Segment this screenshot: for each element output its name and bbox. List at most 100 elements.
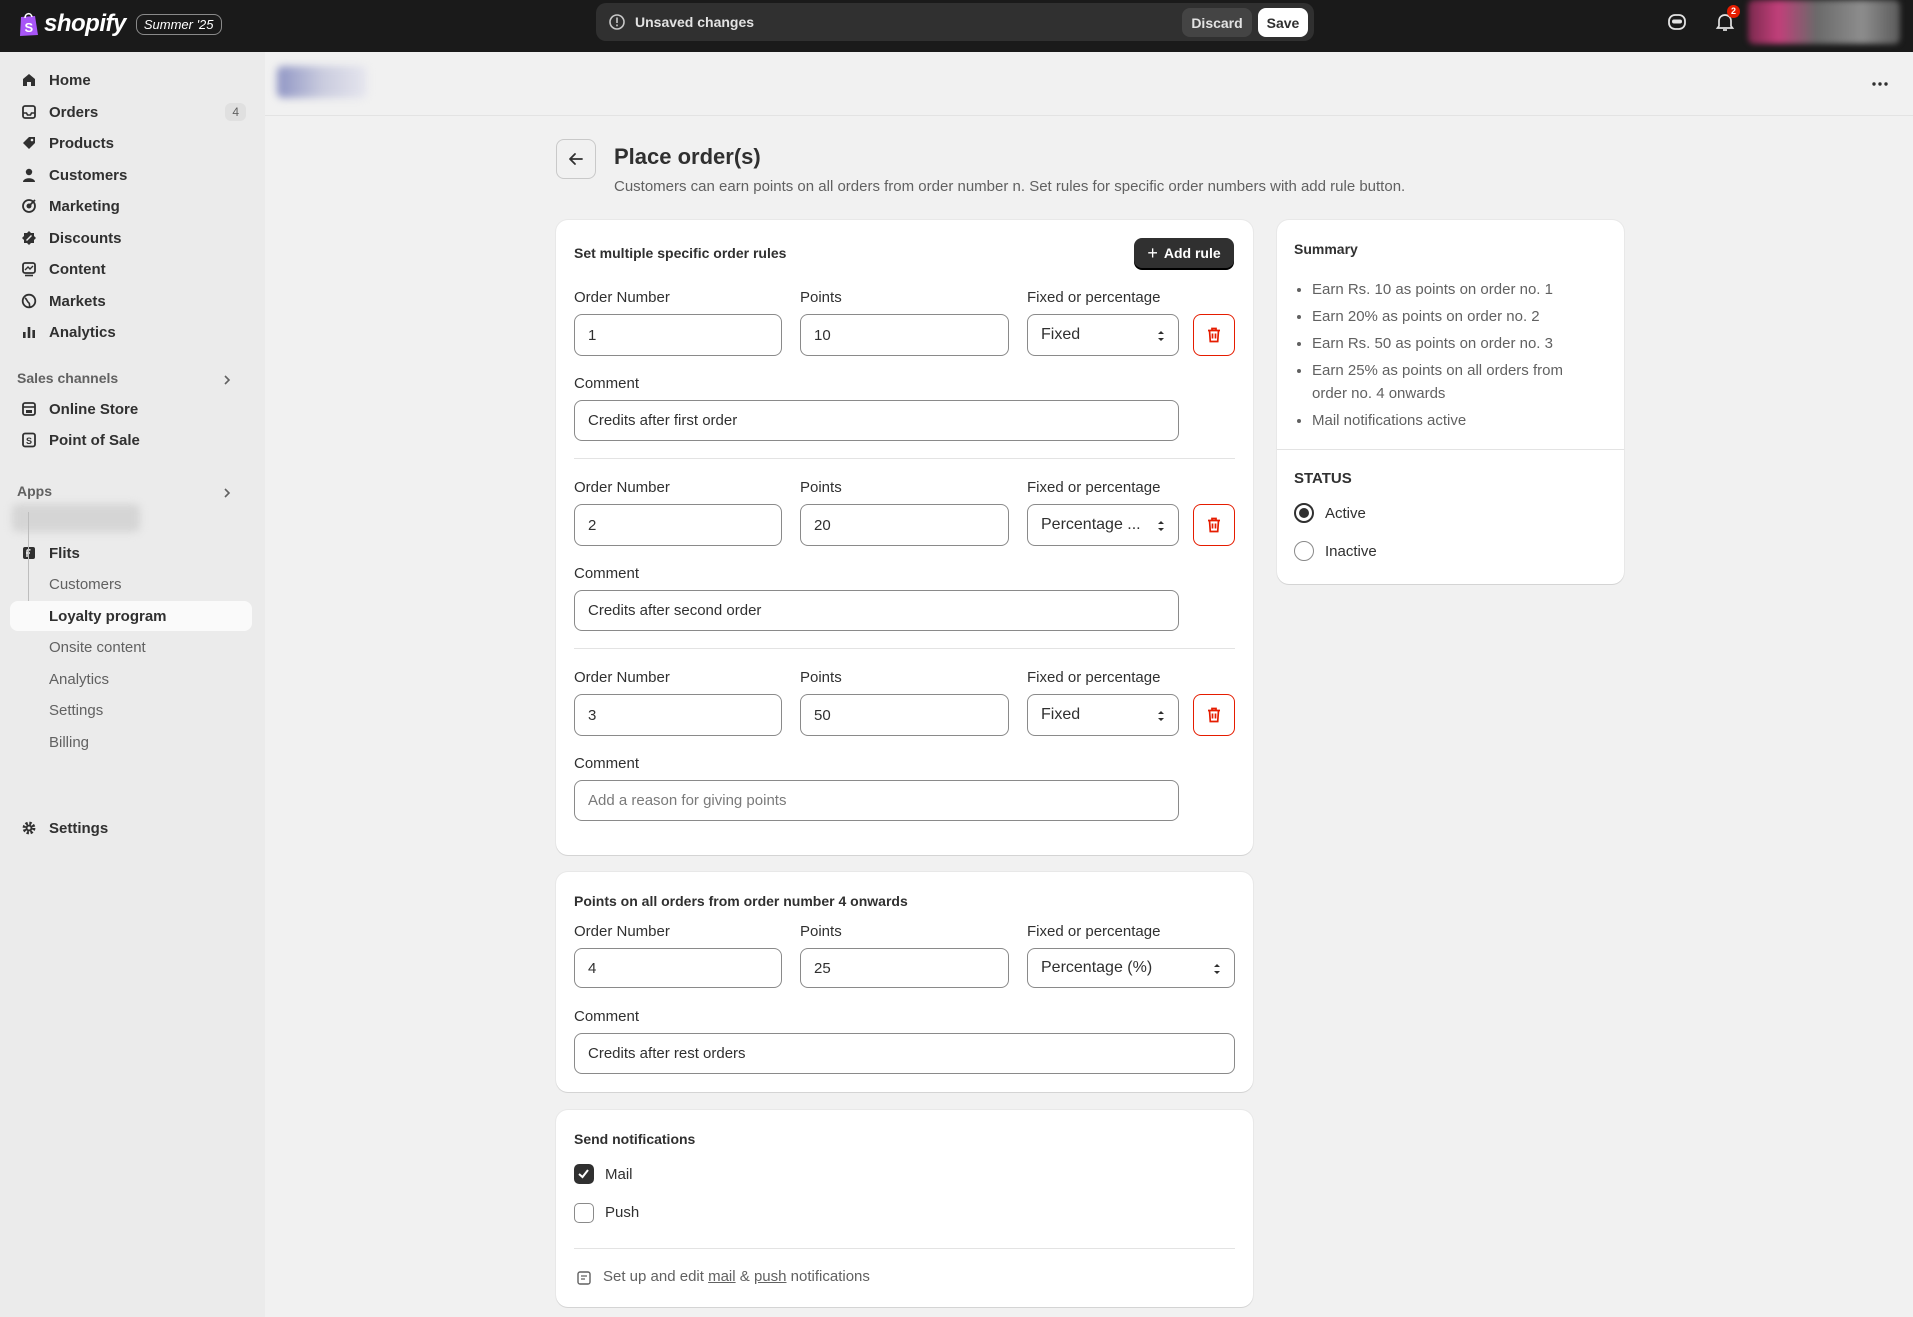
person-icon (19, 165, 39, 185)
comment-label: Comment (574, 375, 640, 392)
shopify-logo[interactable]: S shopify Summer '25 (18, 10, 222, 38)
save-button[interactable]: Save (1258, 8, 1308, 37)
sidebar-item-settings[interactable]: Settings (10, 813, 252, 843)
arrow-left-icon (569, 153, 583, 165)
notification-count-badge: 2 (1727, 5, 1740, 18)
delete-rule-button[interactable] (1193, 694, 1235, 736)
sidebar-item-label: Marketing (49, 197, 120, 215)
sidebar-item-discounts[interactable]: Discounts (10, 223, 252, 253)
mail-checkbox[interactable] (574, 1164, 594, 1184)
type-select[interactable]: Fixed (1027, 694, 1179, 736)
sidebar-subitem-analytics[interactable]: Analytics (10, 664, 252, 694)
sidebar-item-online-store[interactable]: Online Store (10, 394, 252, 424)
type-select[interactable]: Fixed (1027, 314, 1179, 356)
sidebar-subitem-settings[interactable]: Settings (10, 695, 252, 725)
account-menu[interactable] (1748, 0, 1900, 44)
apps-heading: Apps (17, 483, 52, 499)
sidebar-subitem-label: Settings (49, 701, 104, 719)
comment-input[interactable] (574, 400, 1179, 441)
sidebar-item-label: Markets (49, 292, 106, 310)
sidebar-subitem-onsite-content[interactable]: Onsite content (10, 632, 252, 662)
content-icon (19, 259, 39, 279)
sidebar-subitem-label: Billing (49, 733, 90, 751)
select-arrows-icon (1158, 521, 1164, 531)
sidebar-subitem-loyalty-program[interactable]: Loyalty program (10, 601, 252, 631)
points-label: Points (800, 289, 842, 306)
points-input[interactable] (800, 314, 1009, 356)
sidebar-item-customers[interactable]: Customers (10, 160, 252, 190)
home-icon (19, 70, 39, 90)
points-input[interactable] (800, 948, 1009, 988)
push-link[interactable]: push (754, 1268, 787, 1285)
logo-text: shopify (44, 10, 126, 37)
sidebar-item-label: Orders (49, 103, 99, 121)
sidebar-item-home[interactable]: Home (10, 65, 252, 95)
tag-icon (19, 133, 39, 153)
points-input[interactable] (800, 504, 1009, 546)
sidebar-subitem-customers[interactable]: Customers (10, 569, 252, 599)
sidebar-item-label: Settings (49, 819, 109, 837)
sidebar-item-products[interactable]: Products (10, 128, 252, 158)
type-select[interactable]: Percentage (%) (1027, 948, 1235, 988)
order-number-label: Order Number (574, 923, 670, 940)
summary-line: Earn Rs. 50 as points on order no. 3 (1312, 332, 1596, 355)
sidebar-item-analytics[interactable]: Analytics (10, 317, 252, 347)
sidebar-item-label: Online Store (49, 400, 139, 418)
sidebar-item-markets[interactable]: Markets (10, 286, 252, 316)
alert-circle-icon (609, 14, 625, 30)
type-label: Fixed or percentage (1027, 289, 1161, 306)
back-button[interactable] (556, 139, 596, 179)
order-number-input[interactable] (574, 694, 782, 736)
summary-line: Earn 20% as points on order no. 2 (1312, 305, 1596, 328)
order-number-label: Order Number (574, 669, 670, 686)
type-select-value: Fixed (1041, 326, 1081, 343)
pinned-app[interactable] (12, 504, 140, 532)
target-icon (19, 196, 39, 216)
chevron-right-icon[interactable] (220, 486, 234, 500)
comment-input[interactable] (574, 590, 1179, 631)
trash-icon (1208, 707, 1220, 723)
unsaved-changes-bar: Unsaved changes Discard Save (596, 3, 1314, 41)
sidebar-item-flits[interactable]: Flits (10, 538, 252, 568)
status-inactive-radio[interactable] (1294, 541, 1314, 561)
summary-divider (1277, 449, 1624, 450)
inbox-icon (19, 102, 39, 122)
summary-line: Earn Rs. 10 as points on order no. 1 (1312, 278, 1596, 301)
delete-rule-button[interactable] (1193, 314, 1235, 356)
sidekick-icon[interactable] (1666, 11, 1688, 33)
sidebar-subitem-billing[interactable]: Billing (10, 727, 252, 757)
push-checkbox[interactable] (574, 1203, 594, 1223)
type-select[interactable]: Percentage ... (1027, 504, 1179, 546)
page-title: Place order(s) (614, 144, 761, 169)
sidebar-subitem-label: Customers (49, 575, 122, 593)
order-number-input[interactable] (574, 948, 782, 988)
sidebar-item-label: Content (49, 260, 106, 278)
add-rule-button[interactable]: + Add rule (1134, 238, 1234, 268)
comment-input[interactable] (574, 780, 1179, 821)
points-input[interactable] (800, 694, 1009, 736)
comment-input[interactable] (574, 1033, 1235, 1074)
store-name[interactable] (277, 66, 367, 98)
sidebar-item-label: Customers (49, 166, 128, 184)
sidebar-item-label: Point of Sale (49, 431, 140, 449)
delete-rule-button[interactable] (1193, 504, 1235, 546)
more-actions-icon[interactable] (1870, 74, 1890, 94)
sidebar-item-marketing[interactable]: Marketing (10, 191, 252, 221)
order-number-input[interactable] (574, 314, 782, 356)
status-active-radio[interactable] (1294, 503, 1314, 523)
order-number-label: Order Number (574, 479, 670, 496)
type-label: Fixed or percentage (1027, 669, 1161, 686)
mail-link[interactable]: mail (708, 1268, 736, 1285)
sidebar-item-point-of-sale[interactable]: S Point of Sale (10, 425, 252, 455)
sidebar-item-orders[interactable]: Orders 4 (10, 97, 252, 127)
summary-line: Mail notifications active (1312, 409, 1596, 432)
type-select-value: Fixed (1041, 706, 1081, 723)
sidebar-item-content[interactable]: Content (10, 254, 252, 284)
edition-badge: Summer '25 (135, 13, 222, 35)
store-header (265, 52, 1913, 116)
order-number-input[interactable] (574, 504, 782, 546)
chevron-right-icon[interactable] (220, 373, 234, 387)
discard-button[interactable]: Discard (1182, 8, 1252, 37)
sidebar-item-label: Analytics (49, 323, 116, 341)
plus-icon: + (1147, 243, 1158, 263)
